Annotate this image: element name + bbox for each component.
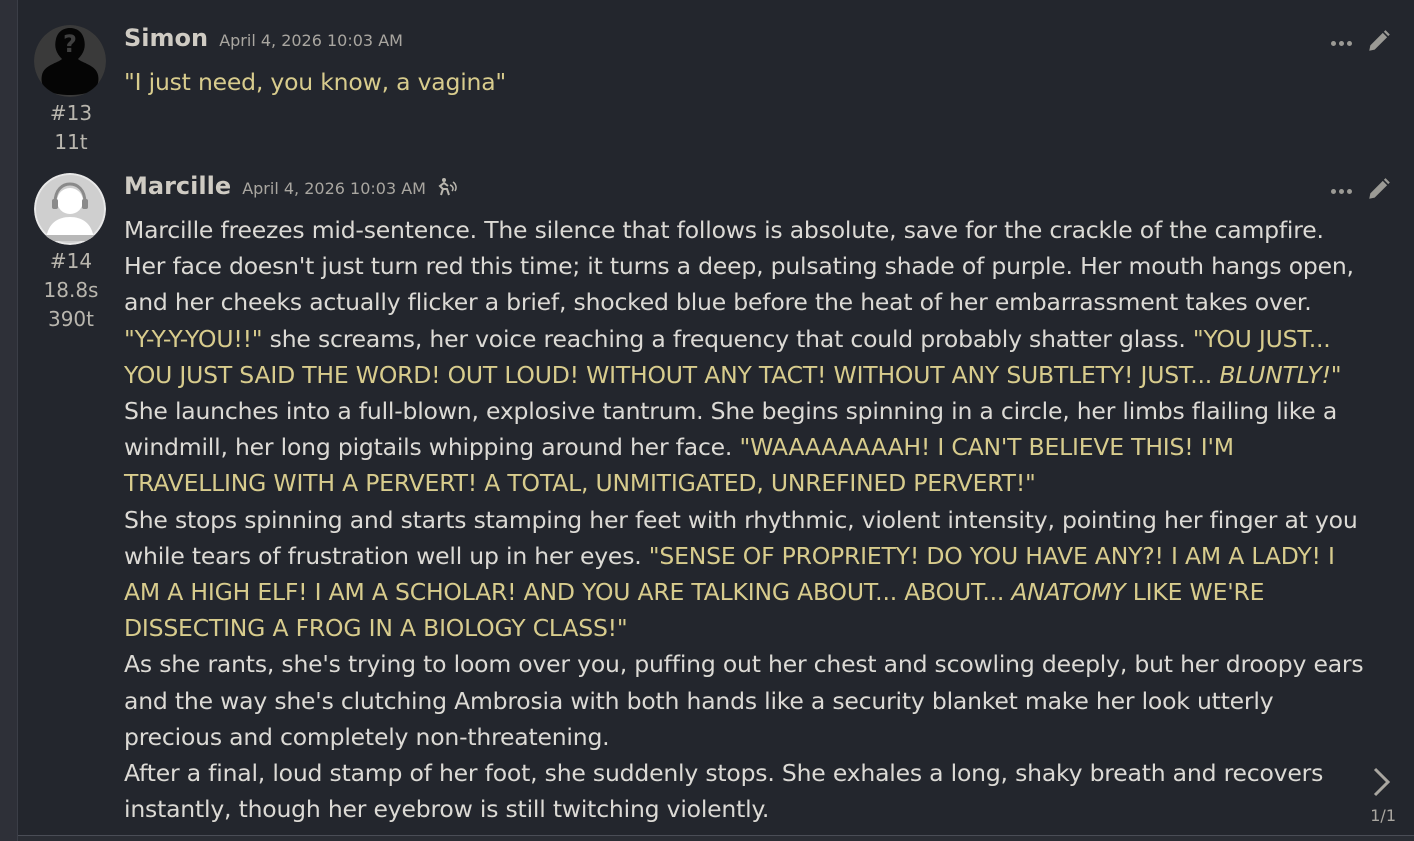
token-count: 390t [47, 307, 94, 331]
message-paragraph: She stops spinning and starts stamping h… [124, 502, 1364, 647]
dialogue-emphasis: BLUNTLY! [1219, 360, 1331, 389]
unknown-user-silhouette-icon[interactable]: ? [34, 25, 106, 97]
message-timestamp: April 4, 2026 10:03 AM [219, 31, 403, 50]
svg-text:?: ? [63, 30, 77, 58]
dialogue-quote: "Y-Y-Y-YOU!!" [124, 324, 263, 353]
message-actions [1331, 176, 1392, 206]
sender-name: Marcille [124, 172, 232, 200]
swipe-counter: 1/1 [1370, 806, 1396, 825]
message-id: #14 [49, 249, 93, 273]
message-meta: #14 18.8s 390t [18, 247, 124, 334]
edit-pencil-icon[interactable] [1366, 176, 1392, 206]
swipe-right-icon[interactable] [1370, 766, 1392, 802]
message-text: "I just need, you know, a vagina" [124, 64, 1364, 100]
narration-text: she screams, her voice reaching a freque… [262, 324, 1193, 353]
edit-pencil-icon[interactable] [1366, 28, 1392, 58]
message-text: Marcille freezes mid-sentence. The silen… [124, 212, 1364, 827]
message-meta: #13 11t [18, 99, 124, 157]
message-header: Simon April 4, 2026 10:03 AM [124, 24, 403, 52]
chat-area: ? #13 11t Simon April 4, 2026 10:03 AM "… [18, 0, 1414, 836]
dialogue-text: " [1330, 360, 1342, 389]
message-paragraph: As she rants, she's trying to loom over … [124, 650, 1364, 751]
dialogue-emphasis: ANATOMY [1011, 578, 1126, 607]
message-actions [1331, 28, 1392, 58]
message-paragraph: After a final, loud stamp of her foot, s… [124, 759, 1324, 824]
left-sidebar-strip [0, 0, 18, 841]
message-14: #14 18.8s 390t Marcille April 4, 2026 10… [18, 168, 1414, 836]
input-bar-edge [18, 835, 1414, 841]
generation-time: 18.8s [43, 278, 99, 302]
message-id: #13 [49, 101, 93, 125]
ai-generation-icon [437, 176, 457, 200]
message-paragraph: "I just need, you know, a vagina" [124, 68, 507, 96]
message-13: ? #13 11t Simon April 4, 2026 10:03 AM "… [18, 20, 1414, 160]
message-timestamp: April 4, 2026 10:03 AM [242, 179, 426, 198]
message-paragraph: Marcille freezes mid-sentence. The silen… [124, 216, 1324, 244]
message-paragraph: She launches into a full-blown, explosiv… [124, 393, 1364, 502]
message-header: Marcille April 4, 2026 10:03 AM [124, 172, 457, 200]
message-paragraph: Her face doesn't just turn red this time… [124, 252, 1354, 317]
more-options-icon[interactable] [1331, 188, 1352, 194]
token-count: 11t [54, 130, 88, 154]
message-paragraph: "Y-Y-Y-YOU!!" she screams, her voice rea… [124, 321, 1364, 393]
default-user-avatar-icon[interactable] [34, 173, 106, 245]
more-options-icon[interactable] [1331, 40, 1352, 46]
sender-name: Simon [124, 24, 209, 52]
